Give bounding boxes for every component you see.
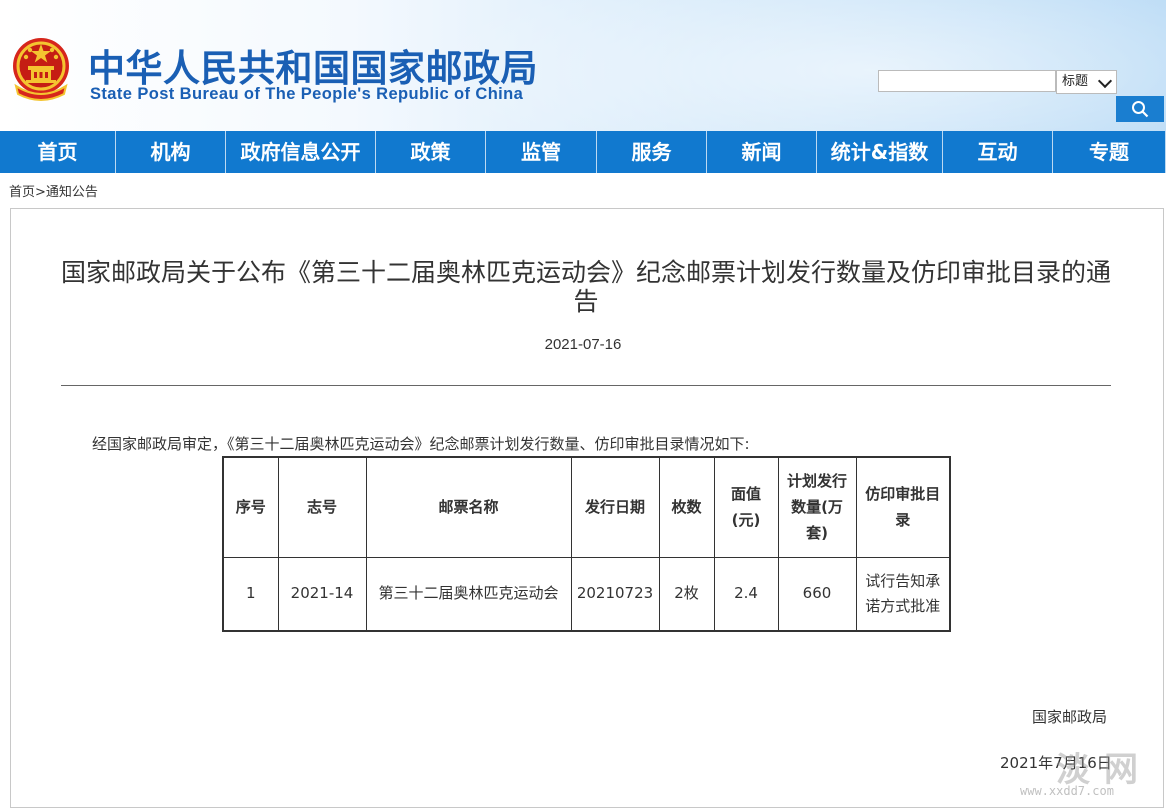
breadcrumb-current[interactable]: 通知公告 bbox=[46, 185, 98, 200]
table-header-cell: 仿印审批目录 bbox=[855, 456, 951, 558]
nav-item-gov-info[interactable]: 政府信息公开 bbox=[226, 131, 376, 173]
nav-item-policy[interactable]: 政策 bbox=[376, 131, 486, 173]
national-emblem-icon[interactable] bbox=[10, 36, 72, 102]
table-cell: 20210723 bbox=[570, 556, 660, 632]
site-title-en[interactable]: State Post Bureau of The People's Republ… bbox=[90, 85, 523, 104]
table-cell: 2021-14 bbox=[277, 556, 367, 632]
nav-item-topics[interactable]: 专题 bbox=[1053, 131, 1166, 173]
breadcrumb-separator: > bbox=[35, 185, 46, 200]
table-header-cell: 面值(元) bbox=[713, 456, 779, 558]
table-header-cell: 邮票名称 bbox=[365, 456, 572, 558]
nav-item-supervision[interactable]: 监管 bbox=[486, 131, 597, 173]
title-divider bbox=[61, 385, 1111, 386]
nav-item-statistics[interactable]: 统计&指数 bbox=[817, 131, 943, 173]
breadcrumb-home[interactable]: 首页 bbox=[9, 185, 35, 200]
search-input[interactable] bbox=[878, 70, 1056, 92]
table-header-row: 序号 志号 邮票名称 发行日期 枚数 面值(元) 计划发行数量(万套) 仿印审批… bbox=[222, 456, 951, 558]
watermark-url: www.xxdd7.com bbox=[1020, 784, 1114, 798]
main-nav: 首页 机构 政府信息公开 政策 监管 服务 新闻 统计&指数 互动 专题 bbox=[0, 131, 1166, 173]
breadcrumb: 首页>通知公告 bbox=[9, 181, 98, 200]
table-cell: 2.4 bbox=[713, 556, 779, 632]
site-title[interactable]: 中华人民共和国国家邮政局 bbox=[88, 38, 538, 92]
table-header-cell: 志号 bbox=[277, 456, 367, 558]
table-header-cell: 计划发行数量(万套) bbox=[777, 456, 857, 558]
table-cell: 第三十二届奥林匹克运动会 bbox=[365, 556, 572, 632]
article-intro: 经国家邮政局审定，《第三十二届奥林匹克运动会》纪念邮票计划发行数量、仿印审批目录… bbox=[92, 435, 750, 453]
table-header-cell: 序号 bbox=[222, 456, 279, 558]
stamp-table: 序号 志号 邮票名称 发行日期 枚数 面值(元) 计划发行数量(万套) 仿印审批… bbox=[222, 456, 951, 632]
search-button[interactable] bbox=[1116, 96, 1164, 122]
table-header-cell: 枚数 bbox=[658, 456, 715, 558]
table-cell: 660 bbox=[777, 556, 857, 632]
article-date: 2021-07-16 bbox=[544, 336, 622, 353]
table-row: 1 2021-14 第三十二届奥林匹克运动会 20210723 2枚 2.4 6… bbox=[222, 556, 951, 632]
search-icon bbox=[1132, 101, 1149, 118]
table-cell: 1 bbox=[222, 556, 279, 632]
table-cell: 试行告知承诺方式批准 bbox=[855, 556, 951, 632]
nav-item-news[interactable]: 新闻 bbox=[707, 131, 817, 173]
article-signer: 国家邮政局 bbox=[1032, 708, 1108, 726]
chevron-down-icon bbox=[1097, 73, 1113, 89]
article-title: 国家邮政局关于公布《第三十二届奥林匹克运动会》纪念邮票计划发行数量及仿印审批目录… bbox=[60, 258, 1111, 316]
nav-item-organization[interactable]: 机构 bbox=[116, 131, 226, 173]
nav-item-interaction[interactable]: 互动 bbox=[943, 131, 1053, 173]
search-scope-select[interactable]: 标题 bbox=[1056, 70, 1117, 94]
table-cell: 2枚 bbox=[658, 556, 715, 632]
nav-item-services[interactable]: 服务 bbox=[597, 131, 707, 173]
site-header: 中华人民共和国国家邮政局 State Post Bureau of The Pe… bbox=[0, 0, 1166, 131]
search-scope-value: 标题 bbox=[1062, 74, 1089, 89]
table-header-cell: 发行日期 bbox=[570, 456, 660, 558]
nav-item-home[interactable]: 首页 bbox=[0, 131, 116, 173]
